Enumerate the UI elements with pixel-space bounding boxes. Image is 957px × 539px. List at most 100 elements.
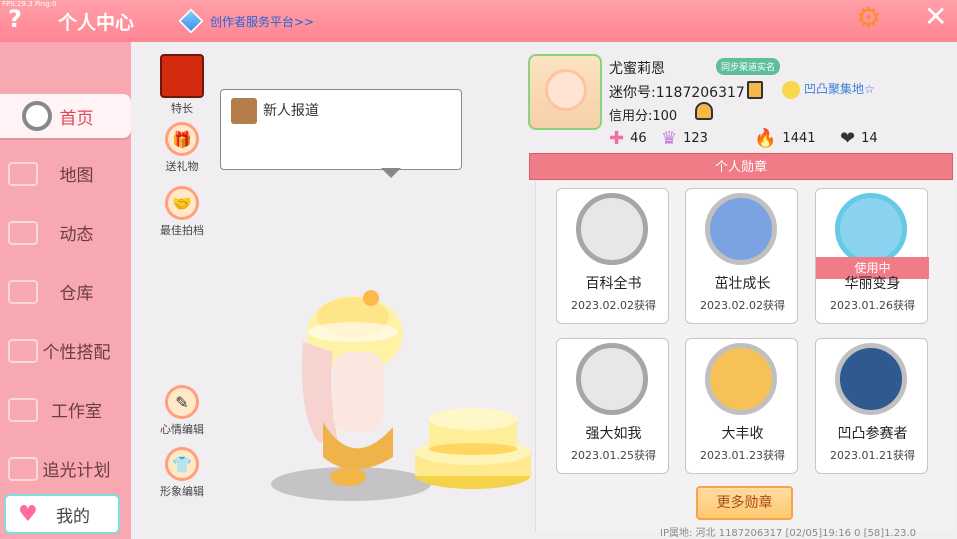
outfit-icon xyxy=(8,338,38,363)
stat-value: 1441 xyxy=(782,131,816,146)
footer-info: IP属地: 河北 1187206317 [02/05]19:16 0 [58]1… xyxy=(660,528,917,539)
sidebar-item-label: 仓库 xyxy=(59,284,94,304)
light-plan-icon xyxy=(8,456,38,481)
top-bar: FPS:29.3 Ping:0 ? 个人中心 创作者服务平台>> ⚙ ✕ xyxy=(0,0,957,42)
page-title: 个人中心 xyxy=(58,12,135,34)
medal-card[interactable]: 百科全书 2023.02.02获得 xyxy=(556,188,669,324)
sidebar-item-outfit[interactable]: 个性搭配 xyxy=(0,321,131,380)
medal-name: 百科全书 xyxy=(585,276,642,292)
medal-date: 2023.02.02获得 xyxy=(700,299,785,312)
sidebar-item-warehouse[interactable]: 仓库 xyxy=(0,262,131,321)
mini-id: 迷你号:1187206317 xyxy=(609,85,745,101)
mood-edit-button[interactable]: ✎ 心情编辑 xyxy=(153,385,211,437)
guild-badge-icon xyxy=(782,80,800,99)
medal-card[interactable]: 使用中 华丽变身 2023.01.26获得 xyxy=(815,188,929,324)
crown-icon: ♛ xyxy=(661,128,678,149)
stat-value: 14 xyxy=(861,131,878,146)
sprout-medal-icon xyxy=(705,193,777,265)
studio-icon xyxy=(8,397,38,422)
specialty-button[interactable]: 特长 xyxy=(153,54,211,116)
guild-link[interactable]: 凹凸聚集地☆ xyxy=(782,80,875,99)
medal-date: 2023.01.21获得 xyxy=(830,449,915,462)
player-avatar[interactable] xyxy=(293,282,413,492)
medal-date: 2023.01.26获得 xyxy=(830,299,915,312)
guild-name: 凹凸聚集地☆ xyxy=(804,82,875,96)
plus-icon: ✚ xyxy=(609,128,625,149)
creator-platform-link[interactable]: 创作者服务平台>> xyxy=(178,8,315,34)
gear-icon[interactable]: ⚙ xyxy=(856,4,881,32)
stat-fire: 🔥 1441 xyxy=(754,128,816,149)
sidebar-item-home[interactable]: 首页 xyxy=(0,94,131,138)
speech-bubble-tail xyxy=(381,168,401,178)
send-gift-label: 送礼物 xyxy=(165,160,199,173)
help-button[interactable]: ? xyxy=(8,5,22,33)
medal-card[interactable]: 茁壮成长 2023.02.02获得 xyxy=(685,188,798,324)
close-icon[interactable]: ✕ xyxy=(924,3,947,31)
medal-name: 强大如我 xyxy=(585,426,642,442)
player-name: 尤蜜莉恩 xyxy=(609,61,665,77)
medal-name: 华丽变身 xyxy=(844,276,901,292)
sidebar-item-studio[interactable]: 工作室 xyxy=(0,380,131,439)
credit-score: 信用分:100 xyxy=(609,109,678,124)
main-area: 特长 🎁 送礼物 🤝 最佳拍档 ✎ 心情编辑 👕 形象编辑 新人报道 尤蜜莉恩 … xyxy=(131,42,957,539)
image-edit-label: 形象编辑 xyxy=(160,485,204,498)
medal-date: 2023.01.23获得 xyxy=(700,449,785,462)
map-icon xyxy=(8,161,38,186)
avatar-face-icon xyxy=(545,69,587,111)
best-photo-button[interactable]: 🤝 最佳拍档 xyxy=(153,186,211,238)
sidebar-item-label: 地图 xyxy=(59,166,94,186)
specialty-icon xyxy=(160,54,204,98)
sidebar-item-label: 我的 xyxy=(56,506,90,527)
best-photo-label: 最佳拍档 xyxy=(160,224,204,237)
copy-icon[interactable] xyxy=(747,81,763,99)
handshake-icon: 🤝 xyxy=(165,186,199,220)
medal-date: 2023.02.02获得 xyxy=(571,299,656,312)
heart-icon: ♥ xyxy=(18,502,38,527)
character-face-icon xyxy=(231,98,257,124)
medal-panel-title: 个人勋章 xyxy=(529,153,953,180)
sidebar-item-me[interactable]: ♥ 我的 xyxy=(4,494,120,534)
harvest-medal-icon xyxy=(705,343,777,415)
stat-plus: ✚ 46 xyxy=(609,128,647,149)
heart-icon: ❤ xyxy=(840,128,856,149)
specialty-label: 特长 xyxy=(171,102,193,115)
profile-avatar[interactable] xyxy=(528,54,602,130)
sidebar-item-label: 动态 xyxy=(59,225,94,245)
mood-edit-label: 心情编辑 xyxy=(160,423,204,436)
real-name-badge[interactable]: 同步渠道实名 xyxy=(716,58,781,75)
speech-bubble: 新人报道 xyxy=(220,89,462,170)
medal-name: 茁壮成长 xyxy=(714,276,771,292)
sidebar-item-label: 首页 xyxy=(59,108,94,129)
user-icon[interactable] xyxy=(695,102,713,120)
speech-bubble-text: 新人报道 xyxy=(263,103,319,119)
sidebar-item-label: 工作室 xyxy=(51,402,102,422)
creator-platform-text: 创作者服务平台>> xyxy=(210,14,315,29)
book-medal-icon xyxy=(576,193,648,265)
warehouse-icon xyxy=(8,279,38,304)
medal-card[interactable]: 大丰收 2023.01.23获得 xyxy=(685,338,798,474)
medal-name: 凹凸参赛者 xyxy=(837,426,908,442)
sidebar-item-label: 追光计划 xyxy=(42,461,111,481)
cube-icon xyxy=(178,8,204,34)
strength-medal-icon xyxy=(576,343,648,415)
more-medals-button[interactable]: 更多勋章 xyxy=(696,486,793,520)
sidebar-item-map[interactable]: 地图 xyxy=(0,144,131,203)
cake-prop xyxy=(415,408,531,489)
stat-heart: ❤ 14 xyxy=(840,128,878,149)
profile-card: 尤蜜莉恩 同步渠道实名 迷你号:1187206317 凹凸聚集地☆ 信用分:10… xyxy=(528,52,953,152)
medal-card[interactable]: 凹凸参赛者 2023.01.21获得 xyxy=(815,338,928,474)
medal-name: 大丰收 xyxy=(721,426,764,442)
medal-card[interactable]: 强大如我 2023.01.25获得 xyxy=(556,338,669,474)
fire-icon: 🔥 xyxy=(754,128,777,149)
medal-panel: 百科全书 2023.02.02获得 茁壮成长 2023.02.02获得 使用中 … xyxy=(535,180,955,532)
contestant-medal-icon xyxy=(835,343,907,415)
outfit-edit-icon: 👕 xyxy=(165,447,199,481)
stat-crown: ♛ 123 xyxy=(661,128,708,149)
send-gift-button[interactable]: 🎁 送礼物 xyxy=(153,122,211,174)
image-edit-button[interactable]: 👕 形象编辑 xyxy=(153,447,211,499)
stat-value: 46 xyxy=(630,131,647,146)
sidebar-item-activity[interactable]: 动态 xyxy=(0,203,131,262)
sidebar-item-light-plan[interactable]: 追光计划 xyxy=(0,439,131,498)
gift-icon: 🎁 xyxy=(165,122,199,156)
transform-medal-icon xyxy=(835,193,907,265)
